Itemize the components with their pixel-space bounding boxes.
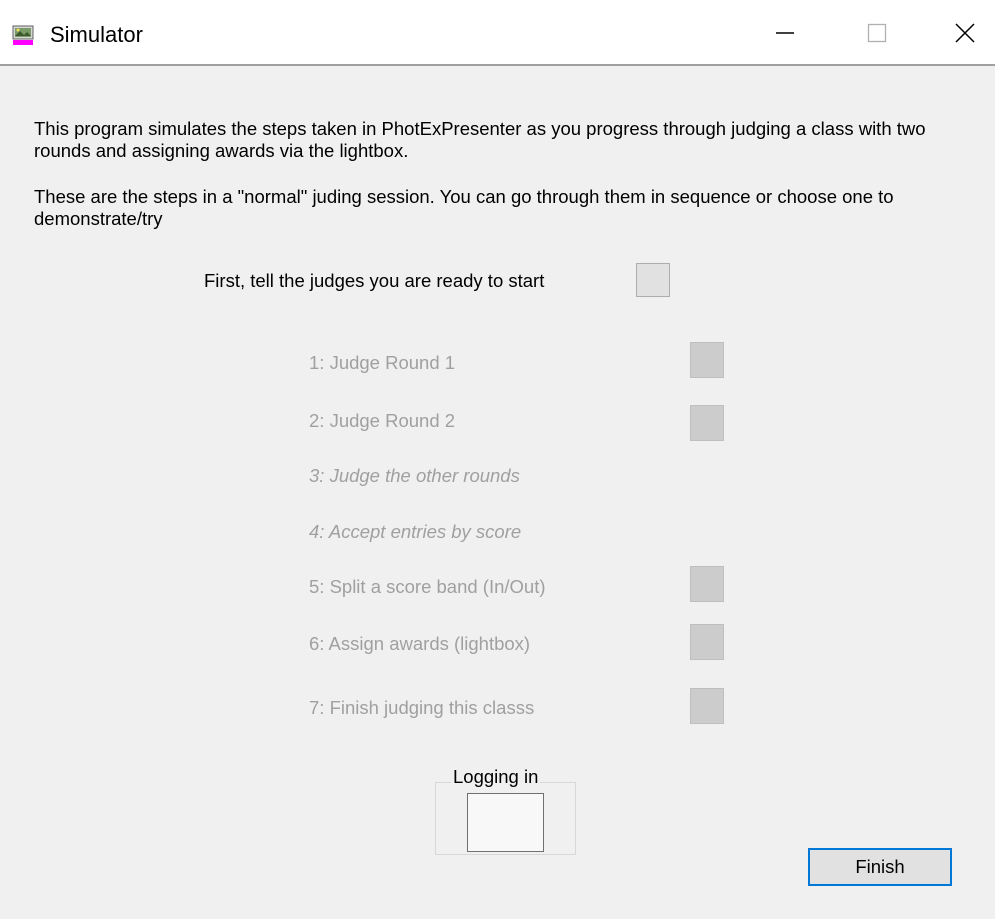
step-4-label: 4: Accept entries by score xyxy=(309,521,522,542)
intro-text-2: These are the steps in a "normal" juding… xyxy=(34,186,894,229)
ready-to-start-label: First, tell the judges you are ready to … xyxy=(204,270,545,291)
window-title: Simulator xyxy=(50,22,143,47)
maximize-icon[interactable] xyxy=(842,0,912,66)
step-2-label: 2: Judge Round 2 xyxy=(309,410,456,431)
title-bar: Simulator xyxy=(0,0,995,66)
logging-in-label: Logging in xyxy=(451,766,541,788)
step-7-label: 7: Finish judging this classs xyxy=(309,697,535,718)
finish-button[interactable]: Finish xyxy=(808,848,952,886)
simulator-app-icon xyxy=(12,24,34,46)
ready-to-start-button[interactable] xyxy=(636,263,670,297)
step-1-label: 1: Judge Round 1 xyxy=(309,352,456,373)
step-1-button[interactable] xyxy=(690,342,724,378)
intro-text-1: This program simulates the steps taken i… xyxy=(34,118,926,161)
step-6-button[interactable] xyxy=(690,624,724,660)
step-5-label: 5: Split a score band (In/Out) xyxy=(309,576,546,597)
step-3-label: 3: Judge the other rounds xyxy=(309,465,520,486)
step-2-button[interactable] xyxy=(690,405,724,441)
step-6-label: 6: Assign awards (lightbox) xyxy=(309,633,531,654)
step-7-button[interactable] xyxy=(690,688,724,724)
close-icon[interactable] xyxy=(930,0,995,66)
minimize-icon[interactable] xyxy=(750,0,820,66)
logging-in-box[interactable] xyxy=(467,793,544,852)
step-5-button[interactable] xyxy=(690,566,724,602)
